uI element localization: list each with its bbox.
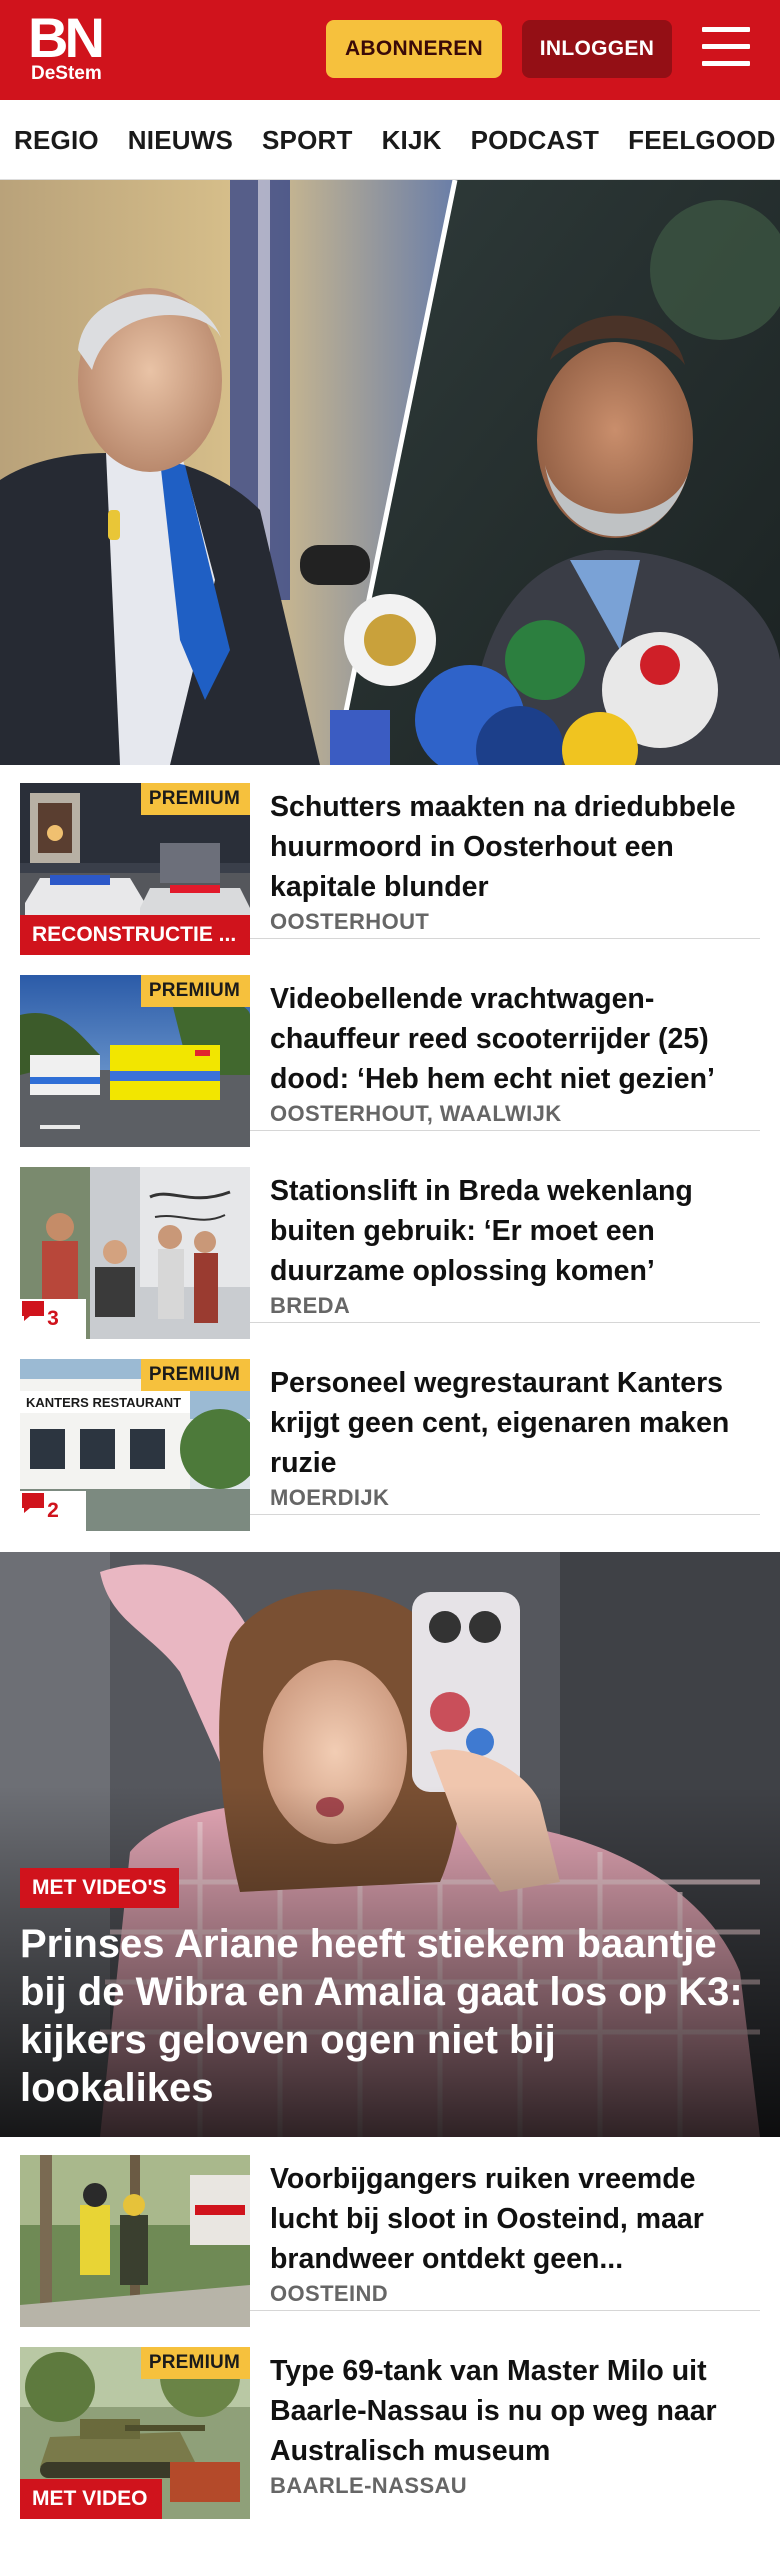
comment-count-badge[interactable]: 2 bbox=[20, 1491, 86, 1531]
article-title[interactable]: Videobellende vrachtwagen­chauffeur reed… bbox=[270, 979, 756, 1099]
hero-image[interactable] bbox=[0, 180, 780, 765]
article-card[interactable]: Voorbijgangers ruiken vreemde lucht bij … bbox=[20, 2137, 760, 2327]
article-card[interactable]: PREMIUM Videobellende vrachtwagen­chauff… bbox=[20, 957, 760, 1147]
comment-count: 2 bbox=[47, 1499, 59, 1522]
article-card[interactable]: KANTERS RESTAURANT PREMIUM 2 Personeel w… bbox=[20, 1341, 760, 1531]
top-bar: BN DeStem ABONNEREN INLOGGEN bbox=[0, 0, 780, 100]
article-label-badge: MET VIDEO bbox=[20, 2479, 162, 2519]
logo-main-text: BN bbox=[28, 6, 105, 69]
site-logo[interactable]: BN DeStem bbox=[28, 10, 112, 86]
logo-sub-text: DeStem bbox=[31, 63, 102, 84]
restaurant-sign-text: KANTERS RESTAURANT bbox=[26, 1395, 181, 1410]
article-card[interactable]: PREMIUM RECONSTRUCTIE ... Schutters maak… bbox=[20, 765, 760, 955]
premium-badge: PREMIUM bbox=[140, 783, 250, 815]
subscribe-button[interactable]: ABONNEREN bbox=[326, 20, 502, 78]
login-button[interactable]: INLOGGEN bbox=[522, 20, 672, 78]
comment-count-badge[interactable]: 3 bbox=[20, 1299, 86, 1339]
nav-item-regio[interactable]: REGIO bbox=[14, 125, 99, 156]
article-thumbnail[interactable]: PREMIUM MET VIDEO bbox=[20, 2347, 250, 2519]
section-nav: REGIO NIEUWS SPORT KIJK PODCAST FEELGOOD… bbox=[0, 100, 780, 180]
article-title[interactable]: Schutters maakten na driedubbele huurmoo… bbox=[270, 787, 756, 907]
article-title[interactable]: Personeel wegrestaurant Kanters krijgt g… bbox=[270, 1363, 756, 1483]
feature-video-badge: MET VIDEO'S bbox=[20, 1868, 179, 1908]
article-label-badge: RECONSTRUCTIE ... bbox=[20, 915, 250, 955]
nav-item-nieuws[interactable]: NIEUWS bbox=[128, 125, 233, 156]
premium-badge: PREMIUM bbox=[140, 975, 250, 1007]
article-card[interactable]: 3 Stationslift in Breda wekenlang buiten… bbox=[20, 1149, 760, 1339]
article-thumbnail[interactable] bbox=[20, 2155, 250, 2327]
article-thumbnail[interactable]: PREMIUM bbox=[20, 975, 250, 1147]
article-location: MOERDIJK bbox=[270, 1485, 390, 1510]
hamburger-menu-icon[interactable] bbox=[700, 24, 752, 72]
article-title[interactable]: Type 69-tank van Master Milo uit Baarle-… bbox=[270, 2351, 756, 2471]
comment-icon bbox=[22, 1301, 44, 1321]
nav-item-sport[interactable]: SPORT bbox=[262, 125, 353, 156]
feature-article-title[interactable]: Prinses Ariane heeft stiekem baantje bij… bbox=[20, 1920, 760, 2112]
nav-item-podcast[interactable]: PODCAST bbox=[471, 125, 600, 156]
premium-badge: PREMIUM bbox=[140, 2347, 250, 2379]
article-title[interactable]: Voorbijgangers ruiken vreemde lucht bij … bbox=[270, 2159, 756, 2279]
nav-item-kijk[interactable]: KIJK bbox=[382, 125, 442, 156]
article-card[interactable]: PREMIUM MET VIDEO Type 69-tank van Maste… bbox=[20, 2329, 760, 2519]
article-location: OOSTERHOUT, WAALWIJK bbox=[270, 1101, 562, 1126]
article-location: BAARLE-NASSAU bbox=[270, 2473, 468, 2498]
article-title[interactable]: Stationslift in Breda wekenlang buiten g… bbox=[270, 1171, 756, 1291]
article-location: OOSTERHOUT bbox=[270, 909, 430, 934]
article-location: OOSTEIND bbox=[270, 2281, 389, 2306]
article-thumbnail[interactable]: KANTERS RESTAURANT PREMIUM 2 bbox=[20, 1359, 250, 1531]
article-location: BREDA bbox=[270, 1293, 351, 1318]
article-thumbnail[interactable]: 3 bbox=[20, 1167, 250, 1339]
premium-badge: PREMIUM bbox=[140, 1359, 250, 1391]
comment-count: 3 bbox=[47, 1307, 59, 1330]
article-thumbnail[interactable]: PREMIUM RECONSTRUCTIE ... bbox=[20, 783, 250, 955]
nav-item-feelgood[interactable]: FEELGOOD bbox=[628, 125, 776, 156]
comment-icon bbox=[22, 1493, 44, 1513]
